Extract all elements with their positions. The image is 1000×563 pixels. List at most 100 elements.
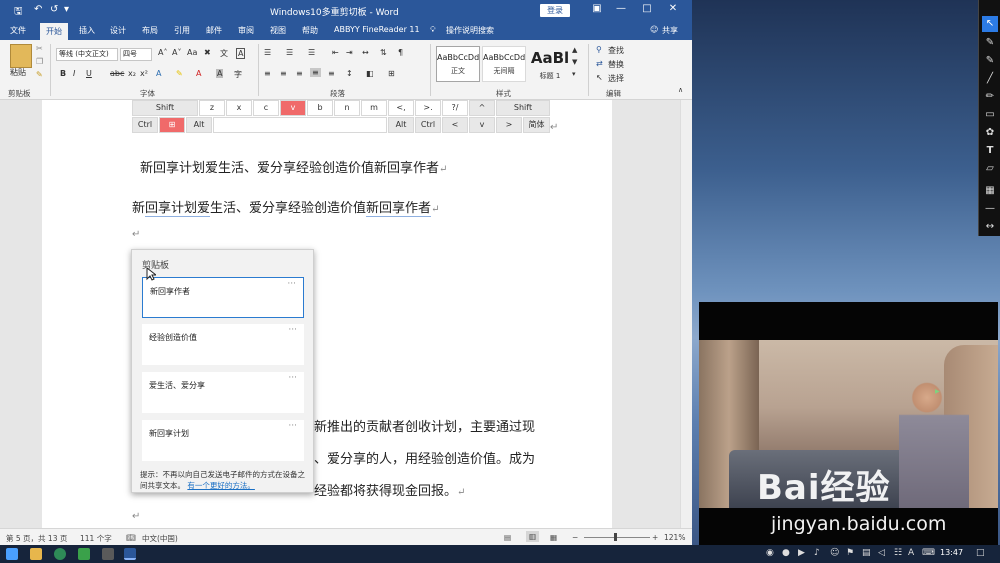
- rectangle-tool-icon[interactable]: ▭: [982, 107, 998, 123]
- key-ctrl-right[interactable]: Ctrl: [415, 117, 441, 133]
- key-b[interactable]: b: [307, 100, 333, 116]
- text-para-line-a[interactable]: 新推出的贡献者创收计划，主要通过现: [314, 416, 535, 435]
- tray-network-icon[interactable]: ▤: [862, 548, 871, 558]
- share-button[interactable]: 共享: [662, 25, 678, 36]
- style-no-spacing[interactable]: AaBbCcDd 无间隔: [482, 46, 526, 82]
- change-case-icon[interactable]: Aa: [187, 48, 197, 57]
- enclose-char-icon[interactable]: 字: [234, 69, 242, 80]
- vertical-scrollbar[interactable]: [680, 100, 692, 528]
- file-explorer-icon[interactable]: [30, 548, 42, 560]
- pinned-app-icon[interactable]: [102, 548, 114, 560]
- pen-tool-icon[interactable]: ✎: [982, 35, 998, 51]
- key-down[interactable]: v: [469, 117, 495, 133]
- key-alt-left[interactable]: Alt: [186, 117, 212, 133]
- tray-security-icon[interactable]: ⚑: [846, 548, 854, 558]
- shrink-font-icon[interactable]: A˅: [172, 48, 181, 57]
- select-button[interactable]: 选择: [608, 73, 624, 84]
- clipboard-item[interactable]: 爱生活、爱分享 ···: [142, 372, 304, 413]
- clipboard-item[interactable]: 新回享作者 ···: [142, 277, 304, 318]
- undo-icon[interactable]: ↶: [34, 4, 42, 15]
- copy-icon[interactable]: ❐: [36, 57, 43, 66]
- text-tool-icon[interactable]: T: [982, 143, 998, 159]
- collapse-ribbon-icon[interactable]: ∧: [678, 86, 683, 94]
- tray-people-icon[interactable]: ☺: [830, 548, 839, 558]
- tab-help[interactable]: 帮助: [302, 25, 318, 36]
- tray-volume-icon[interactable]: ◁: [878, 548, 885, 558]
- maximize-button[interactable]: □: [638, 3, 656, 14]
- zoom-in-button[interactable]: +: [652, 533, 658, 542]
- key-period[interactable]: >.: [415, 100, 441, 116]
- styles-scroll-up-icon[interactable]: ▲: [572, 46, 577, 54]
- distributed-icon[interactable]: ≡: [328, 69, 335, 78]
- language[interactable]: 中文(中国): [142, 533, 178, 544]
- more-icon[interactable]: ···: [288, 325, 297, 335]
- tray-mic-icon[interactable]: ♪: [814, 548, 820, 558]
- brush-tool-icon[interactable]: ✏: [982, 89, 998, 105]
- more-icon[interactable]: ···: [288, 421, 297, 431]
- align-right-icon[interactable]: ≡: [296, 69, 303, 78]
- increase-indent-icon[interactable]: ⇥: [346, 48, 353, 57]
- key-space[interactable]: [213, 117, 387, 133]
- marker-tool-icon[interactable]: ✎: [982, 53, 998, 69]
- tab-view[interactable]: 视图: [270, 25, 286, 36]
- find-button[interactable]: 查找: [608, 45, 624, 56]
- key-c[interactable]: c: [253, 100, 279, 116]
- font-name-combo[interactable]: 等线 (中文正文): [56, 48, 118, 61]
- redo-icon[interactable]: ↺: [50, 4, 58, 15]
- phonetic-guide-icon[interactable]: 文: [220, 48, 228, 59]
- zoom-slider-thumb[interactable]: [614, 533, 617, 541]
- tab-home[interactable]: 开始: [40, 23, 68, 40]
- multilevel-list-icon[interactable]: ☰: [308, 48, 315, 57]
- borders-icon[interactable]: ⊞: [388, 69, 395, 78]
- decrease-indent-icon[interactable]: ⇤: [332, 48, 339, 57]
- fill-pattern-icon[interactable]: ▦: [982, 183, 998, 199]
- document-page[interactable]: Shift z x c v b n m <, >. ?/ ^ Shift Ctr…: [42, 100, 612, 528]
- cut-icon[interactable]: ✂: [36, 44, 43, 53]
- minimize-button[interactable]: —: [612, 3, 630, 14]
- tell-me-search[interactable]: 操作说明搜索: [446, 25, 494, 36]
- tab-references[interactable]: 引用: [174, 25, 190, 36]
- shading-icon[interactable]: ◧: [366, 69, 374, 78]
- italic-button[interactable]: I: [73, 69, 75, 78]
- customize-quick-access-icon[interactable]: ▾: [64, 4, 69, 15]
- notification-center-icon[interactable]: □: [976, 548, 985, 558]
- tray-ime-icon[interactable]: A: [908, 548, 914, 558]
- subscript-button[interactable]: x₂: [128, 69, 136, 78]
- sort-icon[interactable]: ⇅: [380, 48, 387, 57]
- page-count[interactable]: 第 5 页，共 13 页: [6, 533, 67, 544]
- zoom-slider[interactable]: [584, 537, 650, 538]
- grow-font-icon[interactable]: A˄: [158, 48, 167, 57]
- font-color-icon[interactable]: A: [196, 69, 201, 78]
- key-simplified[interactable]: 简体: [523, 117, 550, 133]
- tab-file[interactable]: 文件: [10, 25, 26, 36]
- media-app-icon[interactable]: [78, 548, 90, 560]
- pointer-tool-icon[interactable]: ↖: [982, 16, 998, 32]
- text-para-line-c[interactable]: 经验都将获得现金回报。↵: [314, 480, 465, 499]
- key-m[interactable]: m: [361, 100, 387, 116]
- key-ctrl-left[interactable]: Ctrl: [132, 117, 158, 133]
- start-button-icon[interactable]: [6, 548, 18, 560]
- key-windows[interactable]: ⊞: [159, 117, 185, 133]
- key-shift-right[interactable]: Shift: [496, 100, 550, 116]
- text-para-line-b[interactable]: 、爱分享的人，用经验创造价值。成为: [314, 448, 535, 467]
- tab-review[interactable]: 审阅: [238, 25, 254, 36]
- bold-button[interactable]: B: [60, 69, 66, 78]
- styles-more-icon[interactable]: ▾: [572, 70, 576, 78]
- ribbon-display-options-icon[interactable]: ▣: [588, 3, 606, 14]
- style-heading-1[interactable]: AaBl 标题 1: [528, 46, 572, 82]
- zoom-out-button[interactable]: −: [572, 533, 578, 542]
- line-tool-icon[interactable]: ╱: [982, 71, 998, 87]
- browser-icon[interactable]: [54, 548, 66, 560]
- paste-button[interactable]: 粘贴: [10, 67, 26, 78]
- clipboard-item[interactable]: 经验创造价值 ···: [142, 324, 304, 365]
- align-left-icon[interactable]: ≡: [264, 69, 271, 78]
- underline-button[interactable]: U: [86, 69, 92, 78]
- tab-mailings[interactable]: 邮件: [206, 25, 222, 36]
- tray-app-icon[interactable]: ◉: [766, 548, 774, 558]
- align-center-icon[interactable]: ≡: [280, 69, 287, 78]
- replace-button[interactable]: 替换: [608, 59, 624, 70]
- styles-scroll-down-icon[interactable]: ▼: [572, 58, 577, 66]
- line-spacing-icon[interactable]: ↕: [346, 69, 353, 78]
- chinese-layout-icon[interactable]: ↔: [362, 48, 369, 57]
- clear-format-icon[interactable]: ✖: [204, 48, 211, 57]
